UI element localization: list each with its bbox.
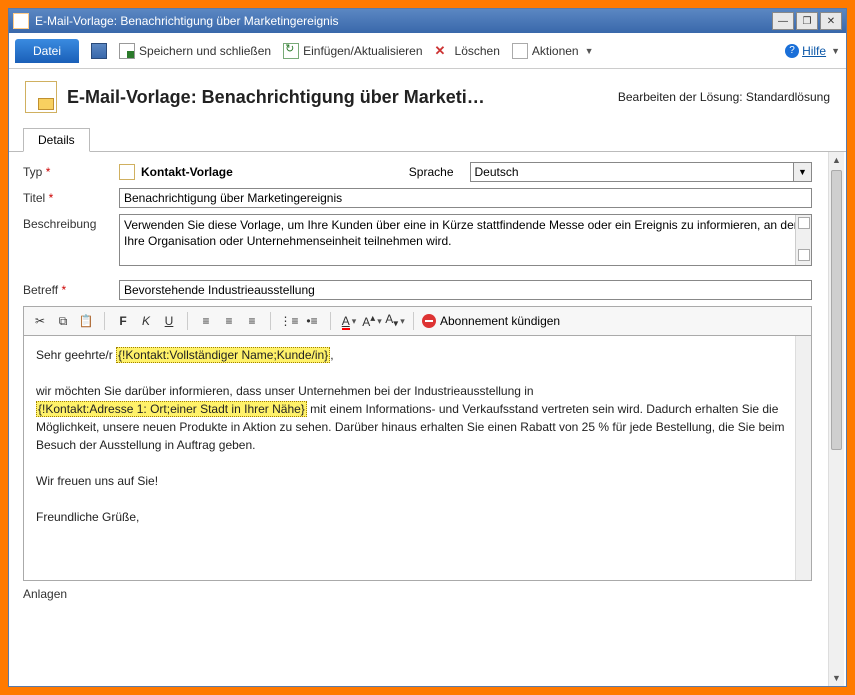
delete-icon bbox=[435, 43, 451, 59]
help-label: Hilfe bbox=[802, 44, 826, 58]
template-icon bbox=[25, 81, 57, 113]
delete-button[interactable]: Löschen bbox=[435, 43, 500, 59]
insert-update-button[interactable]: Einfügen/Aktualisieren bbox=[283, 43, 422, 59]
delete-label: Löschen bbox=[455, 44, 500, 58]
paste-button[interactable]: 📋 bbox=[76, 311, 96, 331]
required-marker: * bbox=[46, 165, 51, 179]
window-title: E-Mail-Vorlage: Benachrichtigung über Ma… bbox=[35, 14, 339, 28]
chevron-down-icon: ▼ bbox=[793, 163, 811, 181]
body-p3: Freundliche Grüße, bbox=[36, 508, 799, 526]
app-window: E-Mail-Vorlage: Benachrichtigung über Ma… bbox=[8, 8, 847, 687]
unsubscribe-label: Abonnement kündigen bbox=[440, 314, 560, 328]
align-right-icon: ≡ bbox=[248, 314, 255, 328]
editor-scrollbar[interactable] bbox=[795, 336, 811, 580]
window-icon bbox=[13, 13, 29, 29]
title-label: Titel bbox=[23, 191, 45, 205]
font-increase-icon: A▴ bbox=[362, 313, 375, 329]
font-color-icon: A bbox=[342, 314, 350, 328]
file-tab[interactable]: Datei bbox=[15, 39, 79, 63]
textarea-scrollbar[interactable] bbox=[795, 215, 811, 265]
tab-details[interactable]: Details bbox=[23, 128, 90, 152]
attachments-label: Anlagen bbox=[23, 587, 812, 601]
description-value: Verwenden Sie diese Vorlage, um Ihre Kun… bbox=[124, 218, 804, 248]
title-input[interactable] bbox=[119, 188, 812, 208]
italic-button[interactable]: K bbox=[136, 311, 156, 331]
ordered-list-icon: ⋮≡ bbox=[279, 314, 298, 328]
subject-input[interactable] bbox=[119, 280, 812, 300]
font-size-up-button[interactable]: A▴▾ bbox=[362, 311, 382, 331]
unordered-list-icon: •≡ bbox=[306, 314, 317, 328]
scroll-thumb[interactable] bbox=[831, 170, 842, 450]
bullet-list-button[interactable]: •≡ bbox=[302, 311, 322, 331]
body-p2: Wir freuen uns auf Sie! bbox=[36, 472, 799, 490]
underline-button[interactable]: U bbox=[159, 311, 179, 331]
align-left-icon: ≡ bbox=[202, 314, 209, 328]
scroll-down-button[interactable]: ▼ bbox=[829, 670, 844, 686]
title-bar: E-Mail-Vorlage: Benachrichtigung über Ma… bbox=[9, 9, 846, 33]
copy-icon: ⧉ bbox=[59, 314, 68, 329]
font-decrease-icon: A▾ bbox=[385, 312, 398, 329]
help-button[interactable]: ?Hilfe ▼ bbox=[785, 44, 840, 58]
save-and-close-button[interactable]: Speichern und schließen bbox=[119, 43, 271, 59]
unsubscribe-icon bbox=[422, 314, 436, 328]
refresh-icon bbox=[283, 43, 299, 59]
save-icon bbox=[91, 43, 107, 59]
unsubscribe-button[interactable]: Abonnement kündigen bbox=[422, 314, 560, 328]
language-value: Deutsch bbox=[475, 165, 519, 179]
contact-template-icon bbox=[119, 164, 135, 180]
required-marker: * bbox=[49, 191, 54, 205]
solution-label: Bearbeiten der Lösung: Standardlösung bbox=[618, 90, 830, 104]
content-scrollbar[interactable]: ▲ ▼ bbox=[828, 152, 844, 686]
type-label: Typ bbox=[23, 165, 42, 179]
subject-label: Betreff bbox=[23, 283, 58, 297]
required-marker: * bbox=[61, 283, 66, 297]
numbered-list-button[interactable]: ⋮≡ bbox=[279, 311, 299, 331]
body-greeting: Sehr geehrte/r bbox=[36, 348, 116, 362]
ribbon-toolbar: Datei Speichern und schließen Einfügen/A… bbox=[9, 33, 846, 69]
align-right-button[interactable]: ≡ bbox=[242, 311, 262, 331]
save-close-icon bbox=[119, 43, 135, 59]
italic-icon: K bbox=[142, 314, 150, 328]
align-center-button[interactable]: ≡ bbox=[219, 311, 239, 331]
actions-button[interactable]: Aktionen ▼ bbox=[512, 43, 594, 59]
scroll-up-button[interactable]: ▲ bbox=[829, 152, 844, 168]
body-p1a: wir möchten Sie darüber informieren, das… bbox=[36, 384, 534, 398]
actions-icon bbox=[512, 43, 528, 59]
align-center-icon: ≡ bbox=[225, 314, 232, 328]
tab-strip: Details bbox=[9, 127, 846, 152]
font-size-down-button[interactable]: A▾▾ bbox=[385, 311, 405, 331]
slug-contact-city[interactable]: {!Kontakt:Adresse 1: Ort;einer Stadt in … bbox=[36, 401, 307, 417]
minimize-button[interactable]: — bbox=[772, 12, 794, 30]
language-label: Sprache bbox=[409, 165, 454, 179]
align-left-button[interactable]: ≡ bbox=[196, 311, 216, 331]
description-label: Beschreibung bbox=[23, 214, 119, 231]
underline-icon: U bbox=[165, 314, 174, 328]
insert-update-label: Einfügen/Aktualisieren bbox=[303, 44, 422, 58]
help-icon: ? bbox=[785, 44, 799, 58]
chevron-down-icon: ▼ bbox=[585, 46, 594, 56]
body-editor[interactable]: Sehr geehrte/r {!Kontakt:Vollständiger N… bbox=[23, 335, 812, 581]
language-select[interactable]: Deutsch ▼ bbox=[470, 162, 813, 182]
save-close-label: Speichern und schließen bbox=[139, 44, 271, 58]
content-area: Typ * Kontakt-Vorlage Sprache Deutsch ▼ … bbox=[9, 152, 846, 686]
slug-contact-name[interactable]: {!Kontakt:Vollständiger Name;Kunde/in} bbox=[116, 347, 330, 363]
type-value: Kontakt-Vorlage bbox=[141, 165, 233, 179]
font-color-button[interactable]: A▾ bbox=[339, 311, 359, 331]
editor-toolbar: ✂ ⧉ 📋 F K U ≡ ≡ ≡ bbox=[23, 306, 812, 335]
save-button[interactable] bbox=[91, 43, 107, 59]
maximize-button[interactable]: ❐ bbox=[796, 12, 818, 30]
bold-icon: F bbox=[119, 314, 126, 328]
bold-button[interactable]: F bbox=[113, 311, 133, 331]
close-button[interactable]: ✕ bbox=[820, 12, 842, 30]
scissors-icon: ✂ bbox=[35, 314, 45, 328]
actions-label: Aktionen bbox=[532, 44, 579, 58]
cut-button[interactable]: ✂ bbox=[30, 311, 50, 331]
page-title: E-Mail-Vorlage: Benachrichtigung über Ma… bbox=[67, 87, 618, 108]
paste-icon: 📋 bbox=[79, 314, 94, 328]
chevron-down-icon: ▼ bbox=[831, 46, 840, 56]
copy-button[interactable]: ⧉ bbox=[53, 311, 73, 331]
description-textarea[interactable]: Verwenden Sie diese Vorlage, um Ihre Kun… bbox=[119, 214, 812, 266]
page-header: E-Mail-Vorlage: Benachrichtigung über Ma… bbox=[9, 69, 846, 121]
